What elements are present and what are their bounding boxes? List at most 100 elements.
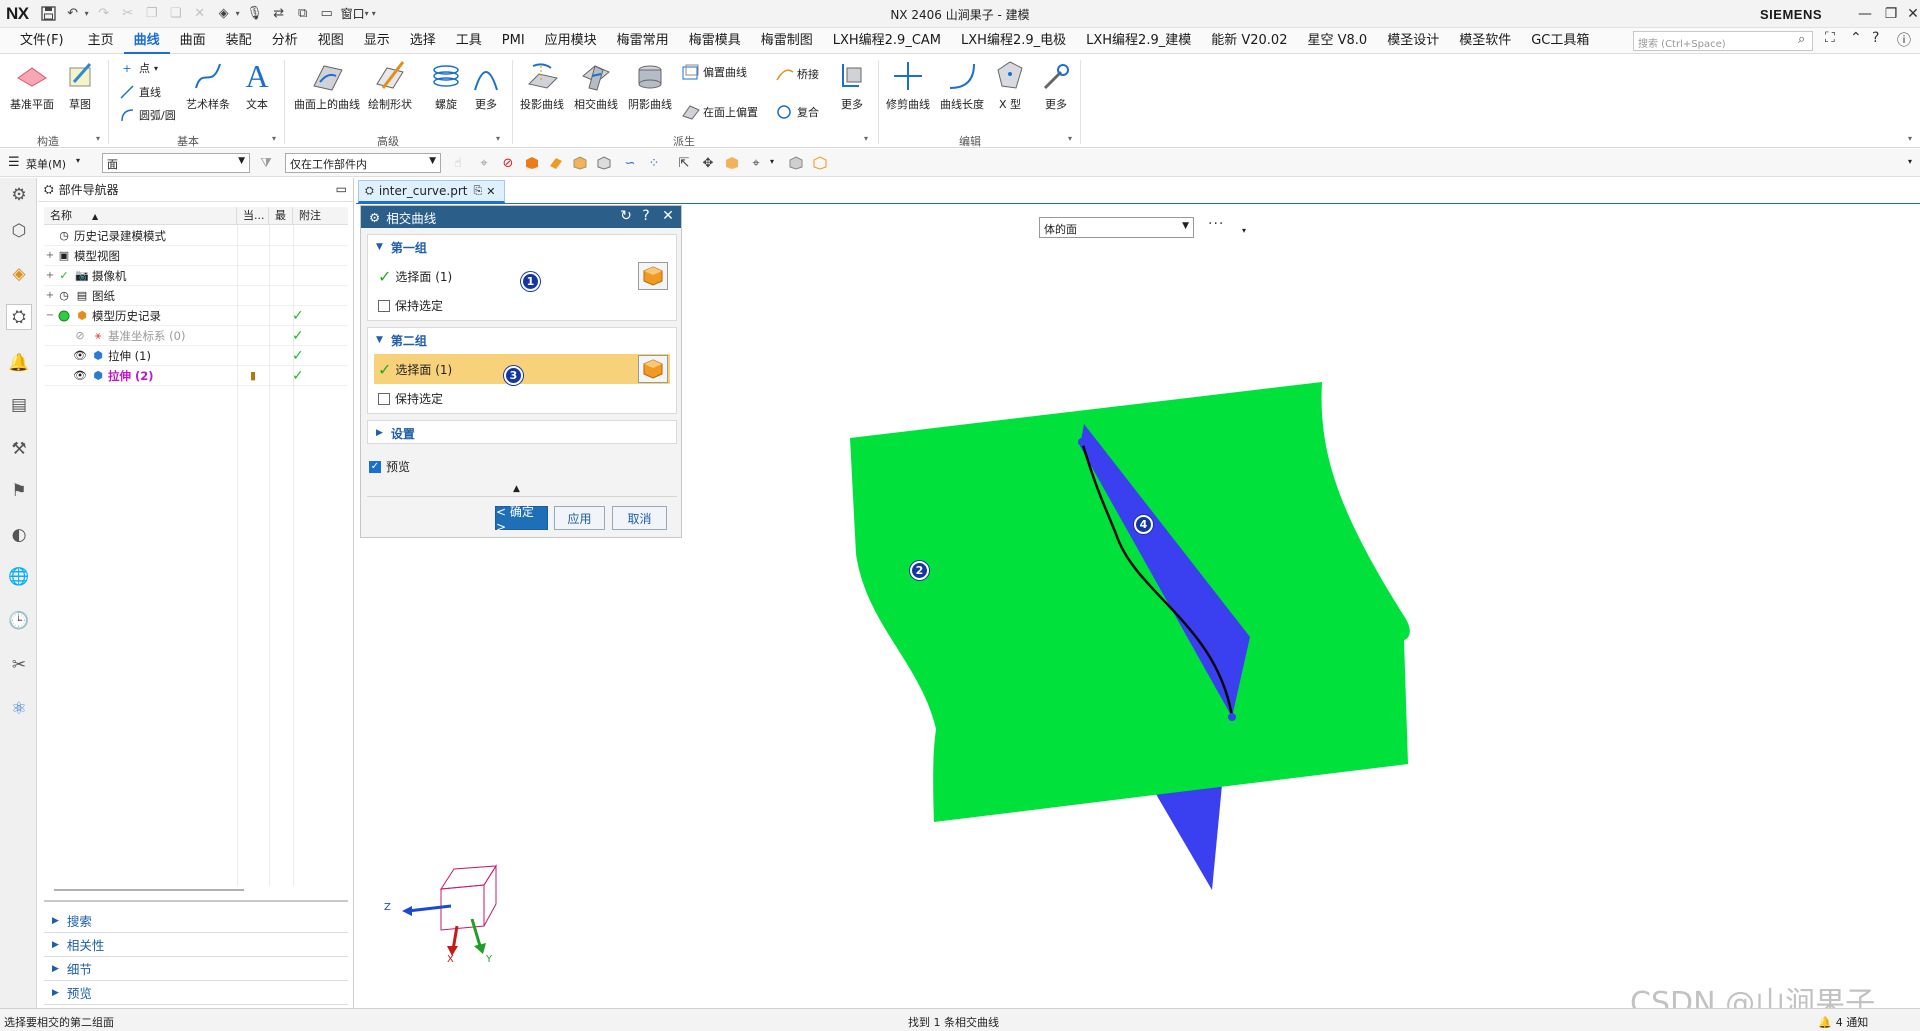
snap-icon[interactable]: ⇱ <box>676 155 692 171</box>
tab-curve[interactable]: 曲线 <box>123 28 170 54</box>
selection-filter-select[interactable]: 体的面 ▼ <box>1039 217 1194 238</box>
trim-curve-button[interactable]: 修剪曲线 <box>886 58 930 112</box>
group-basic-more-icon[interactable]: ▾ <box>272 134 276 143</box>
constraint-navigator-icon[interactable]: ◈ <box>6 261 32 287</box>
column-notes[interactable]: 附注 <box>293 207 348 224</box>
face-select-button[interactable] <box>638 355 668 383</box>
dialog-close-icon[interactable]: ✕ <box>659 208 677 224</box>
tab-meilei-drafting[interactable]: 梅雷制图 <box>751 28 823 54</box>
collapse-icon[interactable]: − <box>44 310 56 321</box>
x-type-button[interactable]: X 型 <box>990 58 1030 112</box>
column-latest[interactable]: 最 <box>269 207 293 224</box>
notifications[interactable]: 🔔 4 通知 <box>1818 1014 1868 1030</box>
group-first-header[interactable]: ▼ 第一组 <box>368 235 676 259</box>
column-name[interactable]: 名称 ▲ <box>44 207 237 224</box>
intersect-curve-button[interactable]: 相交曲线 <box>574 58 618 112</box>
face-select-button[interactable] <box>638 262 668 290</box>
document-tab[interactable]: ⛭ inter_curve.prt ⎘ ✕ <box>358 180 505 203</box>
ribbon-options-icon[interactable]: ▾ <box>1908 134 1912 143</box>
tab-lxh-modeling[interactable]: LXH编程2.9_建模 <box>1076 28 1201 54</box>
single-face-icon[interactable] <box>548 155 564 171</box>
settings-icon[interactable]: ⚙ <box>6 182 32 208</box>
preview-option[interactable]: ✓ 预览 <box>369 458 410 475</box>
group-advanced-more-icon[interactable]: ▾ <box>496 134 500 143</box>
command-finder-dropdown-icon[interactable]: ▾ <box>236 9 240 18</box>
view-toolbar-dropdown-icon[interactable]: ▾ <box>1242 226 1246 235</box>
info-icon[interactable]: ⓘ <box>1897 30 1911 50</box>
offset-curve-button[interactable]: 偏置曲线 <box>682 64 747 80</box>
selbar-options-icon[interactable]: ▾ <box>1908 157 1912 166</box>
tab-select[interactable]: 选择 <box>400 28 446 54</box>
tab-pmi[interactable]: PMI <box>492 28 535 54</box>
adjacent-faces-icon[interactable] <box>596 155 612 171</box>
curve-on-surface-button[interactable]: 曲面上的曲线 <box>294 58 360 112</box>
art-spline-button[interactable]: 艺术样条 <box>186 58 230 112</box>
tab-display[interactable]: 显示 <box>354 28 400 54</box>
column-current[interactable]: 当... <box>237 207 269 224</box>
tab-view[interactable]: 视图 <box>308 28 354 54</box>
tree-row-model-views[interactable]: + ▣ 模型视图 <box>44 246 348 266</box>
close-icon[interactable]: ✕ <box>1900 3 1920 25</box>
palette-icon[interactable]: ◐ <box>6 522 32 548</box>
face-rule-icon[interactable] <box>724 155 740 171</box>
switch-window-icon[interactable]: ⧉ <box>292 4 314 24</box>
command-search-input[interactable]: 搜索 (Ctrl+Space) <box>1633 31 1813 51</box>
tab-nengxin[interactable]: 能新 V20.02 <box>1201 28 1297 54</box>
filter-icon[interactable]: ⧩ <box>258 155 274 171</box>
type-filter-select[interactable]: 面 ▼ <box>102 153 250 173</box>
project-curve-button[interactable]: 投影曲线 <box>520 58 564 112</box>
menu-icon[interactable]: ☰ <box>8 155 20 170</box>
apply-button[interactable]: 应用 <box>554 506 605 530</box>
window-menu[interactable]: 窗口 <box>341 5 365 22</box>
composite-button[interactable]: 复合 <box>776 104 819 120</box>
save-icon[interactable] <box>38 4 60 24</box>
expand-icon[interactable]: + <box>44 290 56 301</box>
tab-meilei-common[interactable]: 梅雷常用 <box>607 28 679 54</box>
tab-mosheng-software[interactable]: 模圣软件 <box>1449 28 1521 54</box>
history-clock-icon[interactable]: 🕒 <box>6 608 32 634</box>
command-finder-icon[interactable]: ◈ <box>213 4 235 24</box>
datum-plane-button[interactable]: 基准平面 <box>10 58 54 112</box>
preview-checkbox[interactable]: ✓ <box>369 460 381 473</box>
undo-dropdown-icon[interactable]: ▾ <box>85 9 89 18</box>
window-icon[interactable]: ▭ <box>316 4 338 24</box>
more-edit-button[interactable]: 更多 <box>1036 58 1076 112</box>
tab-applications[interactable]: 应用模块 <box>535 28 607 54</box>
pick-icon[interactable]: ✥ <box>700 155 716 171</box>
more-options-icon[interactable]: ··· <box>1208 216 1224 232</box>
no-selection-filter-icon[interactable]: ⊘ <box>500 155 516 171</box>
curve-length-button[interactable]: 曲线长度 <box>940 58 984 112</box>
expand-icon[interactable]: + <box>44 250 56 261</box>
tree-row-cameras[interactable]: + ✓ 📷 摄像机 <box>44 266 348 286</box>
tree-row-drawings[interactable]: + ◷ ▤ 图纸 <box>44 286 348 306</box>
tab-assembly[interactable]: 装配 <box>216 28 262 54</box>
tab-lxh-electrode[interactable]: LXH编程2.9_电极 <box>951 28 1076 54</box>
tab-surface[interactable]: 曲面 <box>170 28 216 54</box>
point-button[interactable]: + 点 ▾ <box>118 60 158 76</box>
tab-analysis[interactable]: 分析 <box>262 28 308 54</box>
horizontal-scrollbar[interactable] <box>54 889 244 891</box>
section-details[interactable]: ▶ 细节 <box>44 957 348 981</box>
microphone-icon[interactable]: 🎙 <box>244 4 266 24</box>
collapse-up-icon[interactable]: ▲ <box>513 484 520 494</box>
wire-body-icon[interactable] <box>812 155 828 171</box>
feature-face-icon[interactable] <box>524 155 540 171</box>
selection-scope-select[interactable]: 仅在工作部件内 ▼ <box>285 153 441 173</box>
assembly-navigator-icon[interactable]: ⬡ <box>6 218 32 244</box>
file-menu[interactable]: 文件(F) <box>0 28 78 54</box>
tree-row-model-history[interactable]: − ⬢ 模型历史记录 ✓ <box>44 306 348 326</box>
tree-row-extrude-2[interactable]: 👁 ⬢ 拉伸 (2) ▮ ✓ <box>44 366 348 386</box>
more-derived-button[interactable]: 更多 <box>832 58 872 112</box>
section-search[interactable]: ▶ 搜索 <box>44 909 348 933</box>
crosshair-icon[interactable]: ⌖ <box>748 155 764 171</box>
crosshair-dropdown-icon[interactable]: ▾ <box>770 157 774 166</box>
maximize-panel-icon[interactable]: ▭ <box>336 182 347 196</box>
tab-tools[interactable]: 工具 <box>446 28 492 54</box>
draw-shape-button[interactable]: 绘制形状 <box>368 58 412 112</box>
shade-body-icon[interactable] <box>788 155 804 171</box>
group-derived-more-icon[interactable]: ▾ <box>864 134 868 143</box>
keep-selected-1[interactable]: 保持选定 <box>378 297 443 314</box>
sketch-button[interactable]: 草图 <box>60 58 100 112</box>
reset-icon[interactable]: ↻ <box>617 208 635 224</box>
cancel-button[interactable]: 取消 <box>612 506 667 530</box>
